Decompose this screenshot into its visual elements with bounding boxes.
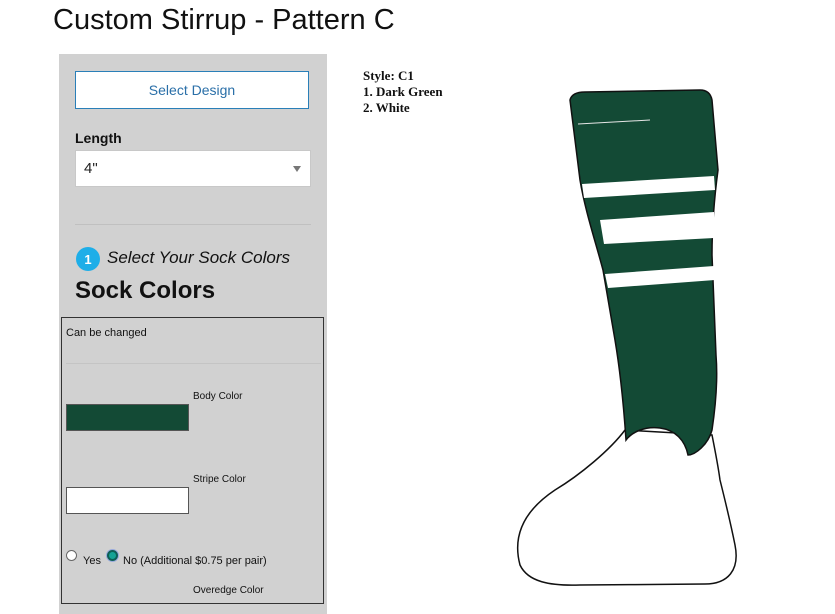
body-color-swatch[interactable] xyxy=(66,404,189,431)
style-code: Style: C1 xyxy=(363,68,414,83)
divider xyxy=(75,224,311,225)
chevron-down-icon xyxy=(293,166,301,172)
overedge-yes-label: Yes xyxy=(83,555,101,567)
step-badge: 1 xyxy=(76,247,100,271)
stripe-color-label: Stripe Color xyxy=(193,474,246,485)
select-design-button[interactable]: Select Design xyxy=(75,71,309,109)
section-title: Sock Colors xyxy=(75,277,216,304)
sock-foot xyxy=(516,429,737,586)
sock-preview xyxy=(516,89,737,586)
overedge-no-label: No (Additional $0.75 per pair) xyxy=(123,555,267,567)
overedge-color-label: Overedge Color xyxy=(193,585,264,596)
overedge-no-radio[interactable] xyxy=(107,550,118,561)
step-heading: Select Your Sock Colors xyxy=(107,248,290,267)
sock-colors-box: Can be changed Body Color Stripe Color Y… xyxy=(61,317,324,604)
style-info: Style: C1 1. Dark Green 2. White xyxy=(363,68,443,116)
page-title: Custom Stirrup - Pattern C xyxy=(53,4,395,36)
customizer-panel: Select Design Length 4" 1 Select Your So… xyxy=(59,54,327,614)
overedge-yes-radio[interactable] xyxy=(66,550,77,561)
stripe-color-swatch[interactable] xyxy=(66,487,189,514)
style-color-1: 1. Dark Green xyxy=(363,84,443,99)
divider xyxy=(66,363,321,364)
length-select-value: 4" xyxy=(84,160,98,177)
style-color-2: 2. White xyxy=(363,100,410,115)
length-label: Length xyxy=(75,130,122,146)
can-be-changed-note: Can be changed xyxy=(66,327,147,339)
length-select[interactable]: 4" xyxy=(75,150,311,187)
body-color-label: Body Color xyxy=(193,391,243,402)
